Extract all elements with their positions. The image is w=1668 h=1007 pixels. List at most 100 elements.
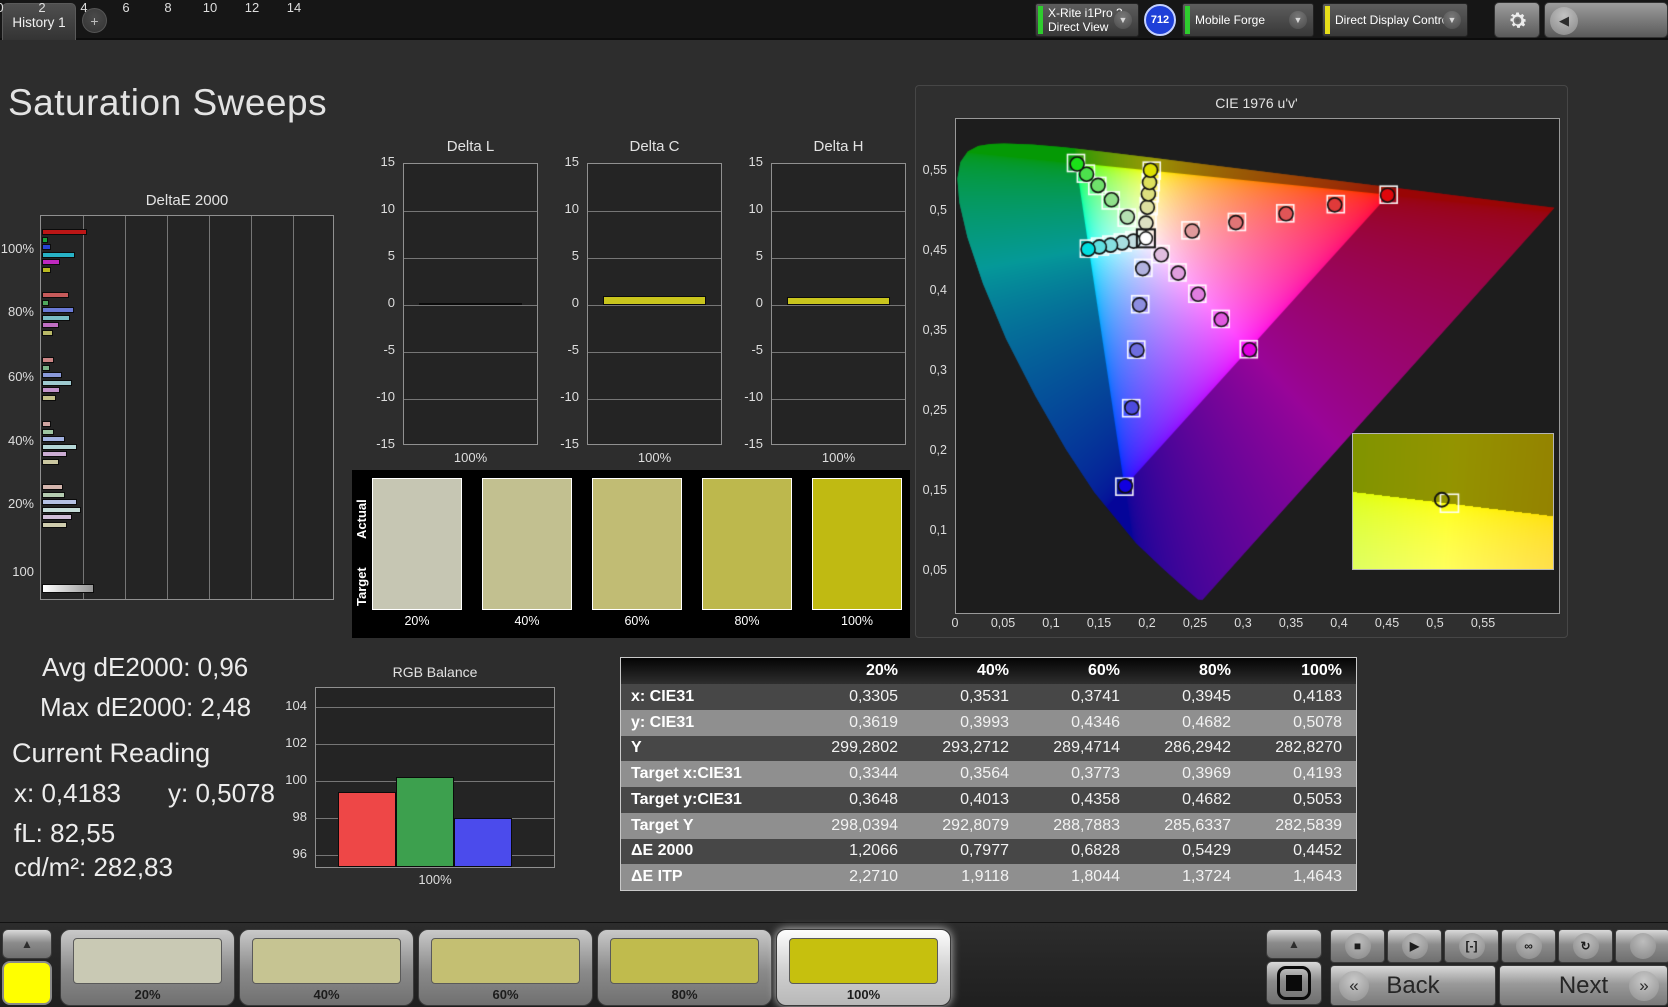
continuous-measure-button[interactable]: ∞ xyxy=(1501,929,1556,963)
delta-bar xyxy=(603,295,706,305)
expand-pattern-options-button[interactable]: ▲ xyxy=(1266,929,1322,959)
cell-value: 0,3993 xyxy=(960,713,1009,731)
pattern-window-button[interactable] xyxy=(1266,961,1322,1005)
actual-row-label: Actual xyxy=(354,499,369,539)
swatch-label: 40% xyxy=(514,614,540,628)
delta-y-tick: 0 xyxy=(755,295,763,310)
saturation-swatch xyxy=(702,478,792,610)
saturation-swatch xyxy=(592,478,682,610)
row-label: Target Y xyxy=(631,816,694,834)
deltae-bar xyxy=(42,443,77,450)
table-row: Y 299,2802 293,2712 289,4714 286,2942 282,827… xyxy=(621,735,1356,762)
delta-l-x-label: 100% xyxy=(453,450,488,465)
delta-h-x-label: 100% xyxy=(821,450,856,465)
back-button[interactable]: « Back xyxy=(1330,965,1496,1006)
cie-y-tick: 0,45 xyxy=(922,243,947,257)
pattern-swatch-label: 100% xyxy=(846,987,881,1002)
page-title: Saturation Sweeps xyxy=(8,82,328,123)
deltae-group-label: 100% xyxy=(0,241,34,256)
deltae-bar xyxy=(42,436,66,442)
cell-value: 289,4714 xyxy=(1053,739,1120,757)
cell-value: 0,3305 xyxy=(849,687,898,705)
delta-c-title: Delta C xyxy=(629,138,680,155)
source-dropdown[interactable]: Mobile Forge ▼ xyxy=(1182,3,1314,37)
source-status-bar xyxy=(1185,6,1190,34)
delta-gridline xyxy=(588,398,721,400)
rgb-y-tick: 96 xyxy=(292,845,307,861)
column-header: 60% xyxy=(1087,662,1120,679)
collapse-panel-button[interactable]: ◀ xyxy=(1544,2,1668,38)
extra-button[interactable] xyxy=(1615,929,1668,963)
deltae-bar xyxy=(42,364,51,371)
deltae-bar xyxy=(42,379,73,386)
cell-value: 0,4013 xyxy=(960,790,1009,808)
display-control-dropdown[interactable]: Direct Display Control ▼ xyxy=(1322,3,1468,37)
cie-x-tick: 0,3 xyxy=(1234,616,1252,630)
cell-value: 0,4358 xyxy=(1071,790,1120,808)
cie-x-tick: 0,2 xyxy=(1138,616,1156,630)
play-button[interactable]: ▶ xyxy=(1387,929,1442,963)
cell-value: 293,2712 xyxy=(942,739,1009,757)
delta-gridline xyxy=(404,351,537,353)
cie-y-tick: 0,05 xyxy=(922,563,947,577)
next-button[interactable]: Next » xyxy=(1499,965,1668,1006)
delta-gridline xyxy=(772,210,905,212)
loop-measure-button[interactable]: ↻ xyxy=(1558,929,1613,963)
rgb-bar xyxy=(454,818,512,867)
cell-value: 0,4682 xyxy=(1182,713,1231,731)
cie-y-tick: 0,4 xyxy=(929,283,947,297)
column-header: 40% xyxy=(976,662,1009,679)
pattern-swatch-button-80%[interactable]: 80% xyxy=(597,929,772,1006)
cie-x-tick: 0,45 xyxy=(1374,616,1400,630)
column-header: 100% xyxy=(1301,662,1342,679)
meter-count-badge[interactable]: 712 xyxy=(1144,4,1176,36)
delta-y-tick: 10 xyxy=(564,201,579,216)
delta-gridline xyxy=(772,351,905,353)
deltae-group-label: 60% xyxy=(7,369,34,384)
max-de2000-value: Max dE2000: 2,48 xyxy=(40,692,252,722)
cie-y-tick: 0,2 xyxy=(929,443,947,457)
pattern-swatch-label: 40% xyxy=(313,987,340,1002)
delta-y-tick: 0 xyxy=(571,295,579,310)
meter-dropdown[interactable]: X-Rite i1Pro 3 Direct View ▼ xyxy=(1035,3,1139,37)
pattern-swatch-label: 20% xyxy=(134,987,161,1002)
pattern-swatch-row: 20% 40% 60% 80% 100% xyxy=(0,923,1000,1007)
pattern-swatch-button-20%[interactable]: 20% xyxy=(60,929,235,1006)
deltae-bar xyxy=(42,236,49,243)
table-row: Target x:CIE31 0,3344 0,3564 0,3773 0,3969 0,… xyxy=(621,761,1356,787)
table-row: x: CIE31 0,3305 0,3531 0,3741 0,3945 0,4183 xyxy=(621,684,1356,710)
settings-button[interactable] xyxy=(1494,2,1540,38)
pattern-swatch-button-60%[interactable]: 60% xyxy=(418,929,593,1006)
table-row: Target Y 298,0394 292,8079 288,7883 285,6337… xyxy=(621,812,1356,839)
cell-value: 298,0394 xyxy=(831,816,898,834)
cie-x-tick: 0,55 xyxy=(1470,616,1496,630)
delta-gridline xyxy=(404,210,537,212)
stop-button[interactable]: ■ xyxy=(1330,929,1385,963)
saturation-swatch xyxy=(372,478,462,610)
current-y-value: y: 0,5078 xyxy=(168,778,275,808)
pattern-swatch-button-100%[interactable]: 100% xyxy=(776,929,951,1006)
cell-value: 0,4682 xyxy=(1182,790,1231,808)
deltae-bar xyxy=(42,357,54,363)
cell-value: 0,5078 xyxy=(1293,713,1342,731)
delta-h-y-labels: 15 10 5 0 -5 -10 -15 xyxy=(739,154,767,451)
rgb-balance-plot xyxy=(315,687,555,868)
cie-x-tick: 0,4 xyxy=(1330,616,1348,630)
delta-y-tick: -15 xyxy=(744,436,763,451)
deltae-bar xyxy=(42,292,70,298)
cie-y-tick: 0,5 xyxy=(929,203,947,217)
deltae-gridline xyxy=(82,216,84,599)
deltae-bar xyxy=(42,307,74,313)
avg-de2000-value: Avg dE2000: 0,96 xyxy=(42,652,249,682)
cie-chart-title: CIE 1976 u'v' xyxy=(1215,95,1298,111)
chevron-left-icon: ◀ xyxy=(1550,7,1578,35)
deltae-bar xyxy=(42,229,88,235)
deltae-bar xyxy=(42,372,62,378)
column-header: 20% xyxy=(865,662,898,679)
pattern-swatch-button-40%[interactable]: 40% xyxy=(239,929,414,1006)
single-measure-button[interactable]: [-] xyxy=(1444,929,1499,963)
badge-value: 712 xyxy=(1150,14,1170,26)
deltae-bar xyxy=(42,266,52,273)
deltae-x-tick: 14 xyxy=(286,0,302,15)
cie-y-tick: 0,25 xyxy=(922,403,947,417)
